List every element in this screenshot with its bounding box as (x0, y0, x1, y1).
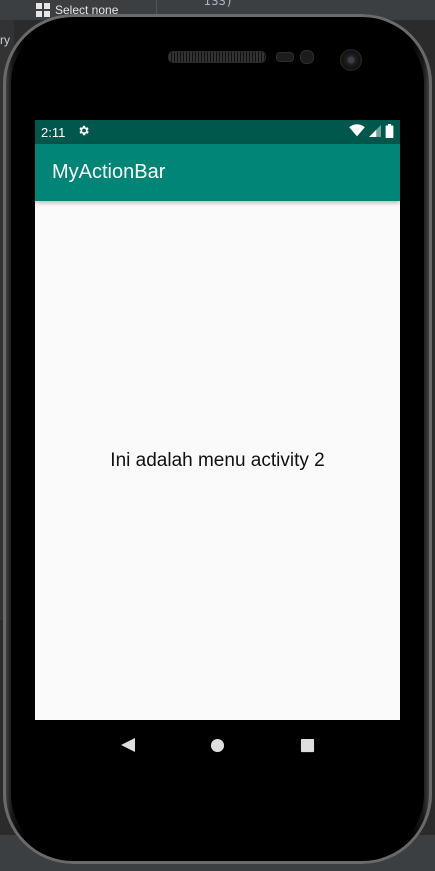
ide-left-text: ry (0, 33, 10, 47)
navigation-bar (35, 720, 400, 770)
status-bar: 2:11 (35, 120, 400, 144)
light-sensor (300, 50, 314, 64)
status-time: 2:11 (41, 124, 66, 140)
proximity-sensor (276, 52, 294, 62)
grid-icon (36, 3, 50, 17)
action-bar: MyActionBar (35, 144, 400, 201)
front-camera-icon (340, 49, 362, 71)
wifi-icon (349, 124, 365, 140)
action-bar-title: MyActionBar (52, 161, 166, 183)
activity-content: Ini adalah menu activity 2 (35, 201, 400, 720)
speaker-grille (168, 51, 266, 63)
phone-screen[interactable]: 2:11 MyActionBar Ini adalah menu activit… (35, 120, 400, 770)
recents-button[interactable] (263, 720, 353, 770)
signal-icon (369, 124, 381, 140)
back-button[interactable] (83, 720, 173, 770)
status-icons (349, 123, 394, 141)
home-button[interactable] (173, 720, 263, 770)
recents-square-icon (300, 738, 315, 752)
home-circle-icon (210, 738, 225, 752)
back-triangle-icon (120, 738, 135, 752)
battery-icon (385, 123, 394, 141)
gear-icon (77, 124, 90, 140)
ide-code-fragment: ISS) (204, 0, 233, 8)
activity-message: Ini adalah menu activity 2 (110, 449, 325, 471)
